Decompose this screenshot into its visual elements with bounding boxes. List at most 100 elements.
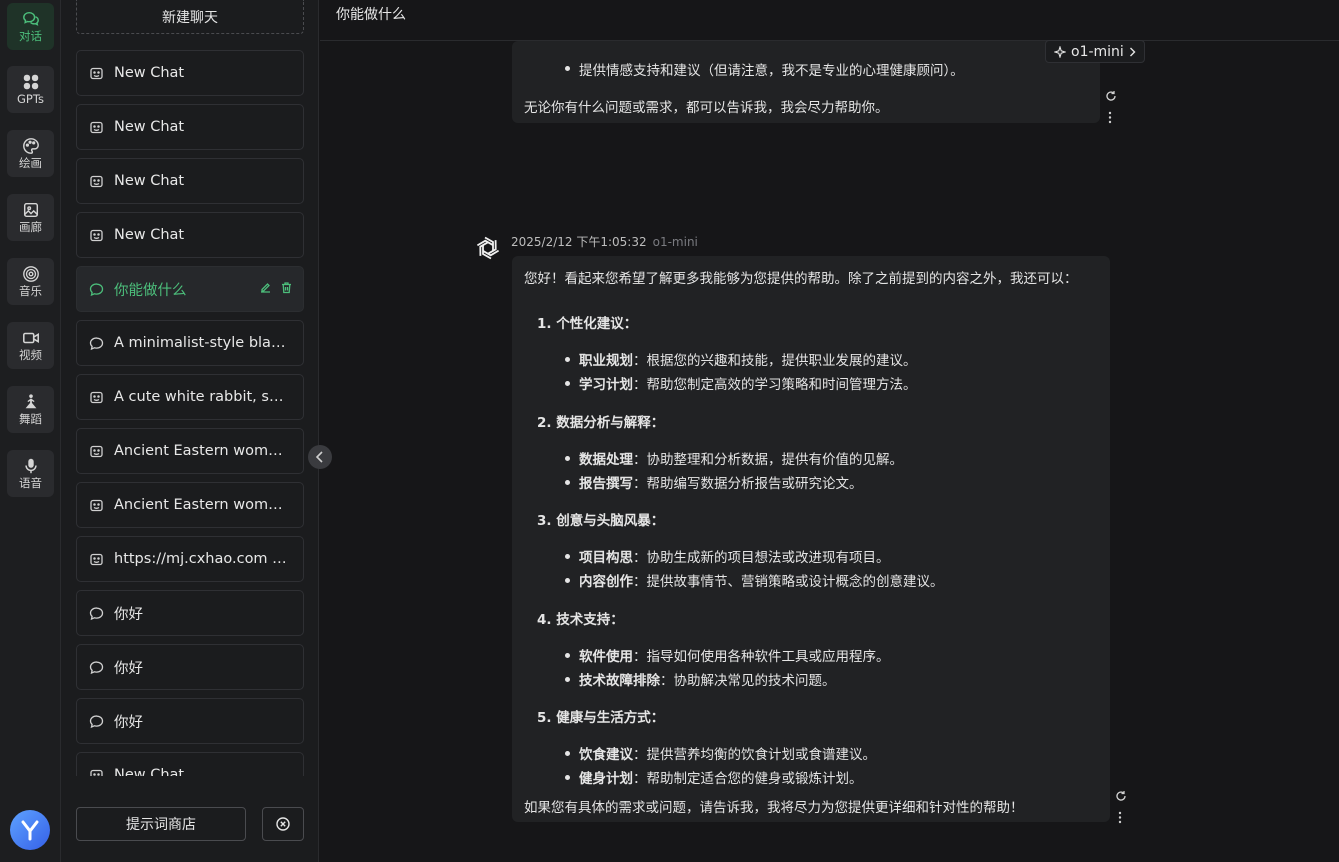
rail-label: GPTs xyxy=(17,92,44,106)
previous-message-bubble: 提供情感支持和建议（但请注意，我不是专业的心理健康顾问）。 无论你有什么问题或需… xyxy=(512,41,1100,123)
bullet-dot xyxy=(565,480,570,485)
chat-item-label: Ancient Eastern woman,… xyxy=(114,497,290,513)
more-options-icon[interactable] xyxy=(1108,109,1112,128)
chat-bubble-icon xyxy=(89,660,104,675)
bullet-item: 软件使用：指导如何使用各种软件工具或应用程序。 xyxy=(579,649,890,665)
bullet-item: 数据处理：协助整理和分析数据，提供有价值的见解。 xyxy=(579,452,903,468)
chat-bubble-icon xyxy=(89,606,104,621)
music-icon xyxy=(22,266,39,282)
rail-item-chat[interactable]: 对话 xyxy=(7,3,54,50)
regenerate-icon[interactable] xyxy=(1115,787,1127,806)
rail-label: 音乐 xyxy=(19,284,42,298)
sparkle-icon xyxy=(1054,45,1066,58)
chat-list-item[interactable]: New Chat xyxy=(76,104,304,150)
chat-list-item[interactable]: Ancient Eastern woman,… xyxy=(76,428,304,474)
regenerate-icon[interactable] xyxy=(1105,87,1117,106)
chat-item-label: New Chat xyxy=(114,65,185,81)
chat-sidebar: 新建聊天 New Chat New Chat New Chat New Chat 你能做… xyxy=(61,0,319,862)
edit-icon[interactable] xyxy=(259,281,272,298)
message-intro: 您好！看起来您希望了解更多我能够为您提供的帮助。除了之前提到的内容之外，我还可以… xyxy=(524,271,1078,287)
page-title: 你能做什么 xyxy=(336,7,406,23)
assistant-avatar xyxy=(473,233,503,263)
chat-list-item[interactable]: New Chat xyxy=(76,752,304,776)
rail-item-gpts[interactable]: GPTs xyxy=(7,66,54,113)
bullet-item: 项目构思：协助生成新的项目想法或改进现有项目。 xyxy=(579,550,890,566)
chat-list-item[interactable]: https://mj.cxhao.com --… xyxy=(76,536,304,582)
rail-item-video[interactable]: 视频 xyxy=(7,322,54,369)
image-chat-icon xyxy=(89,768,104,776)
chat-item-label: 你能做什么 xyxy=(114,282,187,299)
image-chat-icon xyxy=(89,174,104,189)
image-chat-icon xyxy=(89,390,104,405)
bullet-dot xyxy=(565,578,570,583)
section-heading: 1. 个性化建议： xyxy=(537,316,638,332)
image-chat-icon xyxy=(89,66,104,81)
bullet-dot xyxy=(565,775,570,780)
chat-item-label: New Chat xyxy=(114,173,185,189)
chat-list-item[interactable]: 你能做什么 xyxy=(76,266,304,312)
chat-list-item[interactable]: A cute white rabbit, surr… xyxy=(76,374,304,420)
chat-item-label: A cute white rabbit, surr… xyxy=(114,389,290,405)
bullet-dot xyxy=(565,554,570,559)
model-selector[interactable]: o1-mini xyxy=(1045,40,1145,63)
chat-list-item[interactable]: New Chat xyxy=(76,158,304,204)
rail-label: 舞蹈 xyxy=(19,412,42,426)
bullet-dot xyxy=(565,456,570,461)
chat-item-label: https://mj.cxhao.com --… xyxy=(114,551,290,567)
chat-bubble-icon xyxy=(89,714,104,729)
rail-label: 绘画 xyxy=(19,156,42,170)
image-chat-icon xyxy=(89,228,104,243)
chat-list-item[interactable]: 你好 xyxy=(76,590,304,636)
more-options-icon[interactable] xyxy=(1118,809,1122,828)
chat-list[interactable]: New Chat New Chat New Chat New Chat 你能做什么 A m… xyxy=(76,50,304,776)
rail-item-gallery[interactable]: 画廊 xyxy=(7,194,54,241)
rail-label: 画廊 xyxy=(19,220,42,234)
chevron-right-icon xyxy=(1129,47,1136,56)
rail-item-dance[interactable]: 舞蹈 xyxy=(7,386,54,433)
palette-icon xyxy=(22,138,39,154)
chat-list-item[interactable]: 你好 xyxy=(76,644,304,690)
chat-bubble-icon xyxy=(89,282,104,297)
logo-icon xyxy=(21,820,39,841)
model-name: o1-mini xyxy=(1071,43,1124,60)
chat-item-label: 你好 xyxy=(114,660,143,677)
new-chat-button[interactable]: 新建聊天 xyxy=(76,0,304,34)
bullet-dot xyxy=(565,66,570,71)
prompt-store-button[interactable]: 提示词商店 xyxy=(76,807,246,841)
previous-closing-text: 无论你有什么问题或需求，都可以告诉我，我会尽力帮助你。 xyxy=(524,100,889,116)
message-meta: 2025/2/12 下午1:05:32 o1-mini xyxy=(511,233,698,250)
dance-icon xyxy=(25,394,36,409)
image-chat-icon xyxy=(89,498,104,513)
clear-button[interactable] xyxy=(262,807,304,841)
chat-list-item[interactable]: New Chat xyxy=(76,212,304,258)
chat-item-label: New Chat xyxy=(114,767,185,776)
bullet-item: 技术故障排除：协助解决常见的技术问题。 xyxy=(579,673,836,689)
mic-icon xyxy=(24,458,37,474)
delete-icon[interactable] xyxy=(280,281,293,298)
rail-label: 语音 xyxy=(19,476,42,490)
section-heading: 3. 创意与头脑风暴： xyxy=(537,513,665,529)
chat-list-item[interactable]: New Chat xyxy=(76,50,304,96)
grid-icon xyxy=(23,74,38,90)
collapse-sidebar-button[interactable] xyxy=(308,445,332,469)
rail-label: 视频 xyxy=(19,348,42,362)
rail-item-music[interactable]: 音乐 xyxy=(7,258,54,305)
close-circle-icon xyxy=(276,817,290,831)
app-logo-avatar[interactable] xyxy=(10,810,50,850)
message-timestamp: 2025/2/12 下午1:05:32 xyxy=(511,235,647,249)
bullet-dot xyxy=(565,677,570,682)
chat-item-label: New Chat xyxy=(114,227,185,243)
chat-list-item[interactable]: A minimalist-style black … xyxy=(76,320,304,366)
bullet-dot xyxy=(565,751,570,756)
bullet-item: 职业规划：根据您的兴趣和技能，提供职业发展的建议。 xyxy=(579,353,917,369)
message-closing: 如果您有具体的需求或问题，请告诉我，我将尽力为您提供更详细和针对性的帮助！ xyxy=(524,800,1024,816)
bullet-dot xyxy=(565,653,570,658)
rail-item-draw[interactable]: 绘画 xyxy=(7,130,54,177)
chat-list-item[interactable]: Ancient Eastern woman,… xyxy=(76,482,304,528)
rail-item-voice[interactable]: 语音 xyxy=(7,450,54,497)
chat-item-label: New Chat xyxy=(114,119,185,135)
chat-list-item[interactable]: 你好 xyxy=(76,698,304,744)
left-rail: 对话 GPTs 绘画 画廊 音乐 视频 舞蹈 语音 xyxy=(0,0,61,862)
chat-header: 你能做什么 xyxy=(320,0,1339,41)
chat-bubble-icon xyxy=(89,336,104,351)
